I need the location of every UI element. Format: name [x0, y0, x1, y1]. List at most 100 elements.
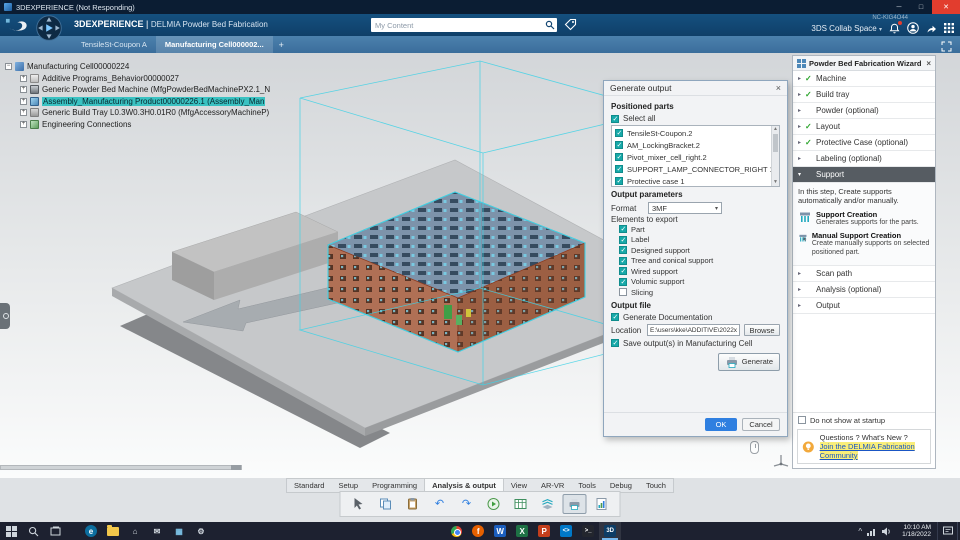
support-command[interactable]: Support Creation Generates supports for t…	[798, 210, 930, 227]
wizard-step-analysis-optional-[interactable]: ▸ Analysis (optional)	[793, 282, 935, 298]
action-center-icon[interactable]	[937, 522, 957, 540]
slicing-button[interactable]	[536, 494, 560, 514]
tree-expand-toggle[interactable]: +	[20, 120, 27, 128]
tree-expand-toggle[interactable]: +	[20, 86, 27, 94]
wizard-step-labeling-optional-[interactable]: ▸ Labeling (optional)	[793, 151, 935, 167]
powerpoint-taskbar-button[interactable]: P	[533, 522, 555, 540]
checkbox-icon[interactable]	[615, 165, 623, 174]
wizard-step-machine[interactable]: ▸ ✓ Machine	[793, 71, 935, 87]
timeline-slider[interactable]	[0, 465, 242, 470]
save-output-checkbox[interactable]: Save output(s) in Manufacturing Cell	[611, 338, 780, 349]
close-button[interactable]: ✕	[932, 0, 960, 14]
search-input[interactable]	[371, 20, 543, 30]
new-tab-button[interactable]: +	[273, 36, 290, 53]
positioned-parts-list[interactable]: TensileSt-Coupon.2 AM_LockingBracket.2 Piv…	[611, 125, 780, 187]
wizard-close-icon[interactable]: ×	[926, 59, 931, 68]
positioned-part-item[interactable]: Pivot_mixer_cell_right.2	[615, 151, 771, 163]
paste-button[interactable]	[401, 494, 425, 514]
checkbox-icon[interactable]	[615, 129, 623, 138]
viewport-side-handle[interactable]	[0, 303, 10, 329]
wizard-step-support[interactable]: ▾ Support	[793, 167, 935, 183]
excel-taskbar-button[interactable]: X	[511, 522, 533, 540]
redo-button[interactable]: ↷	[455, 494, 479, 514]
checkbox-icon[interactable]	[619, 256, 627, 266]
tree-item[interactable]: + Generic Build Tray L0.3W0.3H0.01R0 (Mfg…	[20, 107, 270, 119]
store-taskbar-button[interactable]: ⌂	[124, 522, 146, 540]
report-button[interactable]	[590, 494, 614, 514]
copy-button[interactable]	[374, 494, 398, 514]
location-input[interactable]	[647, 324, 740, 336]
export-element-checkbox[interactable]: Volumic support	[619, 277, 780, 288]
checkbox-icon[interactable]	[619, 235, 627, 245]
tree-item[interactable]: + Engineering Connections	[20, 119, 270, 131]
cancel-button[interactable]: Cancel	[742, 418, 780, 431]
community-link[interactable]: Join the DELMIA Fabrication Community	[819, 442, 915, 460]
scrollbar-thumb[interactable]	[773, 134, 778, 152]
undo-button[interactable]: ↶	[428, 494, 452, 514]
tag-icon[interactable]	[564, 18, 577, 36]
firefox-taskbar-button[interactable]: f	[467, 522, 489, 540]
scroll-up-icon[interactable]: ▲	[772, 126, 779, 133]
export-element-checkbox[interactable]: Part	[619, 224, 780, 235]
document-tab[interactable]: TensileSt-Coupon A	[72, 36, 156, 53]
apps-grid-icon[interactable]	[944, 23, 954, 33]
dialog-titlebar[interactable]: Generate output ×	[604, 81, 787, 96]
share-icon[interactable]	[926, 23, 937, 34]
pointer-button[interactable]	[347, 494, 371, 514]
generate-documentation-checkbox[interactable]: Generate Documentation	[611, 312, 780, 323]
volume-icon[interactable]	[882, 527, 892, 536]
word-taskbar-button[interactable]: W	[489, 522, 511, 540]
maximize-button[interactable]: □	[910, 0, 932, 14]
taskbar-clock[interactable]: 10:10 AM 1/18/2022	[896, 522, 937, 540]
checkbox-icon[interactable]	[611, 114, 619, 124]
wizard-step-build-tray[interactable]: ▸ ✓ Build tray	[793, 87, 935, 103]
search-icon[interactable]	[543, 18, 557, 32]
checkbox-icon[interactable]	[619, 277, 627, 287]
wizard-titlebar[interactable]: Powder Bed Fabrication Wizard ×	[793, 56, 935, 71]
export-element-checkbox[interactable]: Tree and conical support	[619, 256, 780, 267]
wizard-step-scan-path[interactable]: ▸ Scan path	[793, 266, 935, 282]
user-avatar-icon[interactable]	[907, 22, 919, 34]
start-button[interactable]	[0, 522, 22, 540]
photos-taskbar-button[interactable]: ▦	[168, 522, 190, 540]
select-all-checkbox[interactable]: Select all	[611, 113, 780, 124]
checkbox-icon[interactable]	[611, 339, 619, 348]
ribbon-tab-standard[interactable]: Standard	[287, 479, 331, 492]
scroll-down-icon[interactable]: ▼	[772, 179, 779, 186]
positioned-part-item[interactable]: SUPPORT_LAMP_CONNECTOR_RIGHT 1.2	[615, 163, 779, 175]
minimize-button[interactable]: ─	[888, 0, 910, 14]
checkbox-icon[interactable]	[619, 246, 627, 255]
ok-button[interactable]: OK	[705, 418, 737, 431]
3dexperience-compass-icon[interactable]	[36, 15, 62, 46]
checkbox-icon[interactable]	[615, 153, 623, 162]
settings-taskbar-button[interactable]: ⚙	[190, 522, 212, 540]
notifications-bell-icon[interactable]	[889, 20, 902, 34]
checkbox-icon[interactable]	[798, 416, 806, 424]
task-view-icon[interactable]	[44, 522, 66, 540]
checkbox-icon[interactable]	[615, 141, 623, 150]
collab-space-selector[interactable]: 3DS Collab Space ▾	[811, 24, 882, 33]
global-search[interactable]	[371, 18, 557, 32]
slider-handle[interactable]	[231, 465, 241, 470]
fullscreen-toggle-icon[interactable]	[941, 39, 952, 57]
positioned-part-item[interactable]: Protective case 1	[615, 175, 771, 186]
export-element-checkbox[interactable]: Designed support	[619, 245, 780, 256]
checkbox-icon[interactable]	[619, 225, 627, 234]
terminal-taskbar-button[interactable]: >_	[577, 522, 599, 540]
tree-expand-toggle[interactable]: −	[5, 63, 12, 71]
generate-button[interactable]: Generate	[717, 352, 780, 371]
support-command[interactable]: Manual Support Creation Create manually s…	[798, 231, 930, 257]
export-element-checkbox[interactable]: Wired support	[619, 266, 780, 277]
table-button[interactable]	[509, 494, 533, 514]
vscode-taskbar-button[interactable]: <>	[555, 522, 577, 540]
export-element-checkbox[interactable]: Label	[619, 235, 780, 246]
format-dropdown[interactable]: 3MF ▾	[648, 202, 722, 214]
view-axis-gizmo-icon[interactable]	[772, 451, 790, 472]
taskbar-search-icon[interactable]	[22, 522, 44, 540]
tree-expand-toggle[interactable]: +	[20, 74, 27, 82]
ribbon-tab-touch[interactable]: Touch	[639, 479, 673, 492]
tree-item[interactable]: + Additive Programs_Behavior00000027	[20, 73, 270, 85]
browse-button[interactable]: Browse	[744, 324, 780, 336]
checkbox-icon[interactable]	[619, 288, 627, 297]
do-not-show-checkbox[interactable]: Do not show at startup	[793, 412, 935, 427]
